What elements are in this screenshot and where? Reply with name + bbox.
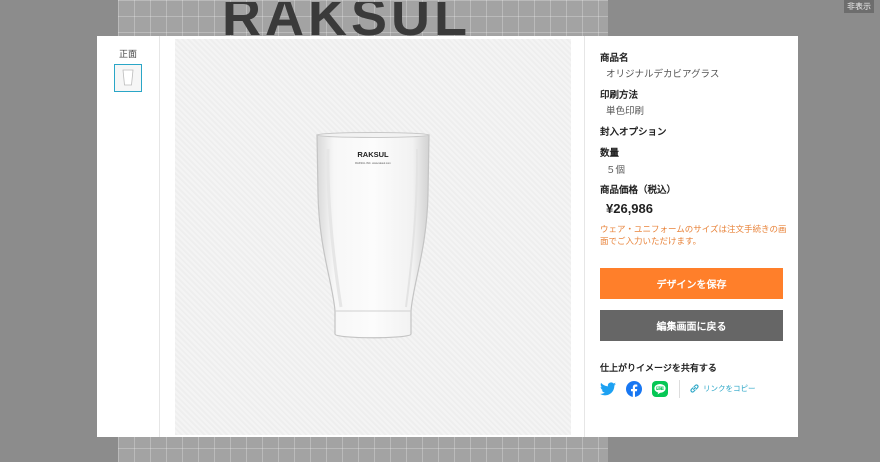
quantity-value: ５個 <box>606 165 626 176</box>
product-name-value: オリジナルデカビアグラス <box>606 69 720 80</box>
thumbnail-front[interactable] <box>114 64 142 92</box>
editor-brand-text: RAKSUL <box>222 2 471 36</box>
uniform-size-note: ウェア・ユニフォームのサイズは注文手続きの画面でご入力いただけます。 <box>600 225 787 247</box>
price-label: 商品価格（税込） <box>600 185 677 196</box>
share-divider <box>679 380 680 398</box>
facebook-icon[interactable] <box>626 381 642 397</box>
enclosure-option-label: 封入オプション <box>600 127 667 138</box>
line-icon[interactable] <box>652 381 668 397</box>
back-to-editor-button[interactable]: 編集画面に戻る <box>600 310 783 341</box>
preview-modal: 正面 RAKSUL RAKSUL INC. www.raksul.com 商品名… <box>97 36 798 437</box>
glass-small-print: RAKSUL INC. www.raksul.com <box>355 161 391 165</box>
thumbnail-label-front: 正面 <box>118 50 137 60</box>
glass-thumbnail-icon <box>122 69 134 86</box>
print-method-label: 印刷方法 <box>600 90 639 101</box>
quantity-label: 数量 <box>600 148 620 159</box>
price-value: ¥26,986 <box>606 201 653 216</box>
product-name-label: 商品名 <box>600 53 629 64</box>
link-icon <box>690 384 699 393</box>
hide-toggle[interactable]: 非表示 <box>844 0 874 13</box>
copy-link-label: リンクをコピー <box>703 384 756 393</box>
print-method-value: 単色印刷 <box>606 106 645 117</box>
glass-print-text: RAKSUL <box>357 150 389 159</box>
save-design-button[interactable]: デザインを保存 <box>600 268 783 299</box>
thumbnail-sidebar: 正面 <box>97 36 160 437</box>
order-detail-panel: 商品名 オリジナルデカビアグラス 印刷方法 単色印刷 封入オプション 数量 ５個… <box>584 36 798 437</box>
share-title: 仕上がりイメージを共有する <box>600 364 717 374</box>
copy-link-button[interactable]: リンクをコピー <box>689 383 756 394</box>
beer-glass-image: RAKSUL RAKSUL INC. www.raksul.com <box>316 132 430 339</box>
product-preview: RAKSUL RAKSUL INC. www.raksul.com <box>175 39 571 435</box>
twitter-icon[interactable] <box>600 381 616 397</box>
